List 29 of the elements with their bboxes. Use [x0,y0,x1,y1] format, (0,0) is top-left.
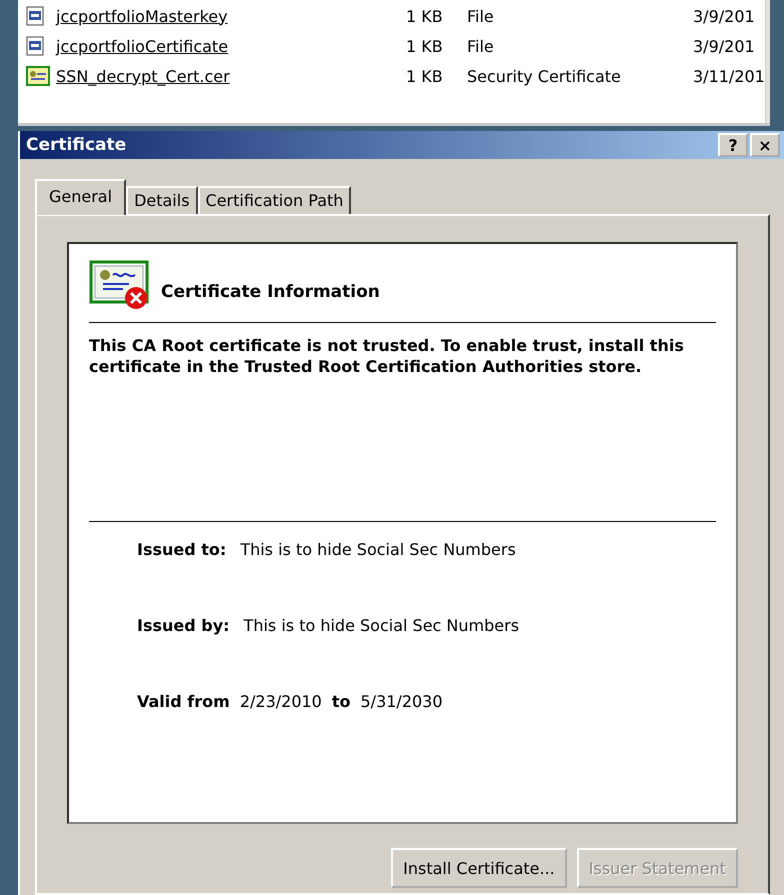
trust-message: This CA Root certificate is not trusted. To enable trust, install this certificate in the Trusted Root Certification Authorities store. [89,335,716,522]
field-value: 2/23/2010 [240,692,322,713]
file-date: 3/9/201 [693,36,755,56]
file-type: File [467,6,495,26]
field-label: Valid from [137,692,230,713]
file-size: 1 KB [406,66,444,86]
file-size: 1 KB [406,6,444,26]
field-value: This is to hide Social Sec Numbers [240,540,516,561]
field-label: Issued by: [137,616,230,637]
field-value: This is to hide Social Sec Numbers [244,616,520,637]
file-size: 1 KB [406,36,444,56]
tab[interactable]: General [35,179,126,215]
file-date: 3/11/201 [693,66,765,86]
tab[interactable]: Certification Path [198,186,352,214]
help-button[interactable]: ? [718,133,748,157]
install-certificate-button[interactable]: Install Certificate... [391,848,567,888]
file-type: File [467,36,495,56]
section-heading: Certificate Information [161,282,380,302]
close-button[interactable]: × [750,133,780,157]
file-name[interactable]: jccportfolioCertificate [56,36,406,56]
file-name[interactable]: jccportfolioMasterkey [56,6,406,26]
field-value: 5/31/2030 [360,692,443,713]
window-title: Certificate [26,135,128,155]
field-label: Issued to: [137,540,226,561]
field-label: to [332,692,350,713]
tab[interactable]: Details [126,186,198,214]
file-name[interactable]: SSN_decrypt_Cert.cer [56,66,406,86]
file-type: Security Certificate [467,66,622,86]
file-date: 3/9/201 [693,6,755,26]
